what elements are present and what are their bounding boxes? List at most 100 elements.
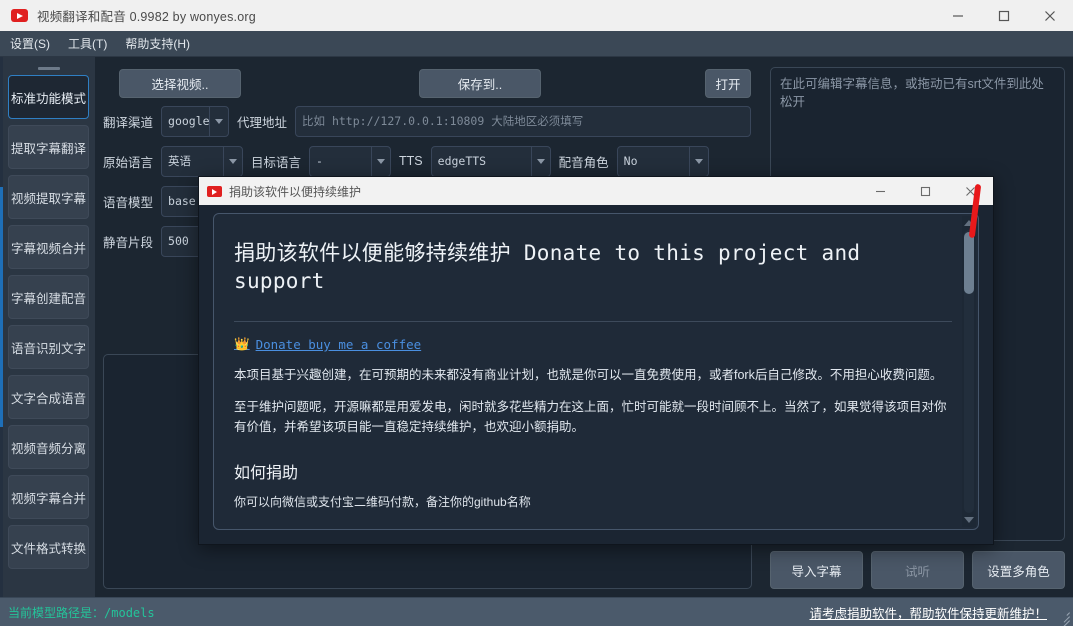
donate-paragraph-1: 本项目基于兴趣创建，在可预期的未来都没有商业计划，也就是你可以一直免费使用，或者… xyxy=(234,368,943,383)
chevron-down-icon[interactable] xyxy=(371,146,390,176)
sidebar-item-label: 字幕创建配音 xyxy=(10,291,86,306)
dialog-minimize-icon[interactable] xyxy=(858,177,903,205)
sidebar-item-label: 字幕视频合并 xyxy=(10,241,86,256)
proxy-placeholder: 比如 http://127.0.0.1:10809 大陆地区必须填写 xyxy=(302,114,584,128)
menu-help[interactable]: 帮助支持(H) xyxy=(122,33,193,54)
crown-icon: 👑 xyxy=(234,336,250,352)
source-lang-value: 英语 xyxy=(168,154,192,168)
voice-role-label: 配音角色 xyxy=(558,155,609,170)
silence-value: 500 xyxy=(168,234,189,248)
voice-role-select[interactable]: No xyxy=(616,145,709,177)
tts-label: TTS xyxy=(399,154,423,168)
donate-document[interactable]: 捐助该软件以便能够持续维护 Donate to this project and… xyxy=(213,213,979,530)
sidebar-item-speech-recognition[interactable]: 语音识别文字 xyxy=(8,325,89,369)
speech-model-value: base xyxy=(168,194,196,208)
sidebar-item-label: 文件格式转换 xyxy=(10,541,86,556)
select-video-button[interactable]: 选择视频.. xyxy=(119,69,241,98)
scrollbar-track[interactable] xyxy=(964,230,974,513)
scroll-down-arrow-icon[interactable] xyxy=(962,513,976,527)
translate-channel-select[interactable]: google xyxy=(161,105,230,137)
scrollbar-thumb[interactable] xyxy=(964,232,974,294)
sidebar-item-subtitle-video-merge[interactable]: 字幕视频合并 xyxy=(8,225,89,269)
tts-value: edgeTTS xyxy=(437,154,487,168)
translate-channel-label: 翻译渠道 xyxy=(103,115,154,130)
source-lang-select[interactable]: 英语 xyxy=(161,145,244,177)
toolbar-row: 选择视频.. 保存到.. 打开 xyxy=(103,63,752,101)
translate-channel-value: google xyxy=(168,114,210,128)
donate-coffee-link[interactable]: 👑 Donate buy me a coffee xyxy=(234,336,421,352)
chevron-down-icon[interactable] xyxy=(530,146,550,176)
chevron-down-icon[interactable] xyxy=(223,146,242,176)
sidebar-item-label: 文字合成语音 xyxy=(10,391,86,406)
sidebar-item-file-format-convert[interactable]: 文件格式转换 xyxy=(8,525,89,569)
sidebar-item-video-extract-subtitle[interactable]: 视频提取字幕 xyxy=(8,175,89,219)
donate-coffee-link-label: Donate buy me a coffee xyxy=(255,336,422,352)
right-panel-buttons: 导入字幕 试听 设置多角色 xyxy=(770,551,1065,589)
sidebar: 标准功能模式 提取字幕翻译 视频提取字幕 字幕视频合并 字幕创建配音 语音识别文… xyxy=(0,57,95,597)
speech-model-label: 语音模型 xyxy=(103,195,154,210)
import-subtitle-button[interactable]: 导入字幕 xyxy=(770,551,863,589)
model-path-status: 当前模型路径是：/models xyxy=(8,604,155,621)
proxy-label: 代理地址 xyxy=(237,115,288,130)
model-path-value: /models xyxy=(104,605,155,620)
sidebar-item-label: 视频字幕合并 xyxy=(10,491,86,506)
dialog-body: 捐助该软件以便能够持续维护 Donate to this project and… xyxy=(199,205,993,544)
donate-dialog: 捐助该软件以便持续维护 捐助该软件以便能够持续维护 Donate to this… xyxy=(198,176,994,545)
menu-tools[interactable]: 工具(T) xyxy=(65,33,110,54)
target-lang-value: - xyxy=(316,154,323,168)
sidebar-item-text-to-speech[interactable]: 文字合成语音 xyxy=(8,375,89,419)
maximize-icon[interactable] xyxy=(981,0,1027,31)
sidebar-item-label: 提取字幕翻译 xyxy=(10,141,86,156)
how-to-donate-heading: 如何捐助 xyxy=(234,465,299,483)
close-icon[interactable] xyxy=(1027,0,1073,31)
dialog-maximize-icon[interactable] xyxy=(903,177,948,205)
donate-heading: 捐助该软件以便能够持续维护 Donate to this project and… xyxy=(234,241,861,293)
translate-channel-row: 翻译渠道 google 代理地址 比如 http://127.0.0.1:108… xyxy=(103,101,752,141)
sidebar-item-standard-mode[interactable]: 标准功能模式 xyxy=(8,75,89,119)
dialog-title: 捐助该软件以便持续维护 xyxy=(229,184,362,199)
menubar: 设置(S) 工具(T) 帮助支持(H) xyxy=(0,31,1073,57)
sidebar-item-label: 语音识别文字 xyxy=(10,341,86,356)
model-path-label: 当前模型路径是： xyxy=(8,605,105,620)
window-titlebar: 视频翻译和配音 0.9982 by wonyes.org xyxy=(0,0,1073,31)
donate-paragraph-3: 你可以向微信或支付宝二维码付款，备注你的github名称 xyxy=(234,495,531,510)
dialog-titlebar: 捐助该软件以便持续维护 xyxy=(199,177,993,205)
statusbar: 当前模型路径是：/models 请考虑捐助软件，帮助软件保持更新维护！ xyxy=(0,597,1073,626)
save-to-button[interactable]: 保存到.. xyxy=(419,69,541,98)
subtitle-placeholder: 在此可编辑字幕信息，或拖动已有srt文件到此处松开 xyxy=(780,77,1044,109)
target-lang-select[interactable]: - xyxy=(309,145,392,177)
donate-paragraph-2: 至于维护问题呢，开源嘛都是用爱发电，闲时就多花些精力在这上面，忙时可能就一段时间… xyxy=(234,399,947,434)
open-button[interactable]: 打开 xyxy=(705,69,751,98)
sidebar-scrollbar[interactable] xyxy=(0,57,3,597)
menu-settings[interactable]: 设置(S) xyxy=(7,33,53,54)
donate-document-content: 捐助该软件以便能够持续维护 Donate to this project and… xyxy=(214,214,978,529)
sidebar-item-subtitle-create-dubbing[interactable]: 字幕创建配音 xyxy=(8,275,89,319)
tts-select[interactable]: edgeTTS xyxy=(430,145,551,177)
app-video-icon xyxy=(11,9,28,22)
dialog-video-icon xyxy=(207,185,222,197)
silence-label: 静音片段 xyxy=(103,235,154,250)
chevron-down-icon[interactable] xyxy=(688,146,708,176)
resize-grip-icon[interactable] xyxy=(1056,609,1070,626)
language-row: 原始语言 英语 目标语言 - TTS edgeTTS 配音角色 No xyxy=(103,141,752,181)
chevron-down-icon[interactable] xyxy=(209,106,228,136)
donate-status-message[interactable]: 请考虑捐助软件，帮助软件保持更新维护！ xyxy=(809,603,1047,622)
source-lang-label: 原始语言 xyxy=(103,155,154,170)
sidebar-grip-handle[interactable] xyxy=(8,61,89,75)
sidebar-item-label: 视频提取字幕 xyxy=(10,191,86,206)
window-title: 视频翻译和配音 0.9982 by wonyes.org xyxy=(37,10,256,24)
sidebar-item-video-audio-split[interactable]: 视频音频分离 xyxy=(8,425,89,469)
sidebar-item-extract-subtitle-translate[interactable]: 提取字幕翻译 xyxy=(8,125,89,169)
set-multi-role-button[interactable]: 设置多角色 xyxy=(972,551,1065,589)
sidebar-item-video-subtitle-merge[interactable]: 视频字幕合并 xyxy=(8,475,89,519)
window-controls xyxy=(935,0,1073,31)
sidebar-item-label: 标准功能模式 xyxy=(10,91,86,106)
minimize-icon[interactable] xyxy=(935,0,981,31)
divider xyxy=(234,321,952,323)
target-lang-label: 目标语言 xyxy=(251,155,302,170)
dialog-scrollbar[interactable] xyxy=(962,216,976,527)
proxy-input[interactable]: 比如 http://127.0.0.1:10809 大陆地区必须填写 xyxy=(295,105,751,137)
dialog-close-icon[interactable] xyxy=(948,177,993,205)
sidebar-item-label: 视频音频分离 xyxy=(10,441,86,456)
preview-listen-button[interactable]: 试听 xyxy=(871,551,964,589)
